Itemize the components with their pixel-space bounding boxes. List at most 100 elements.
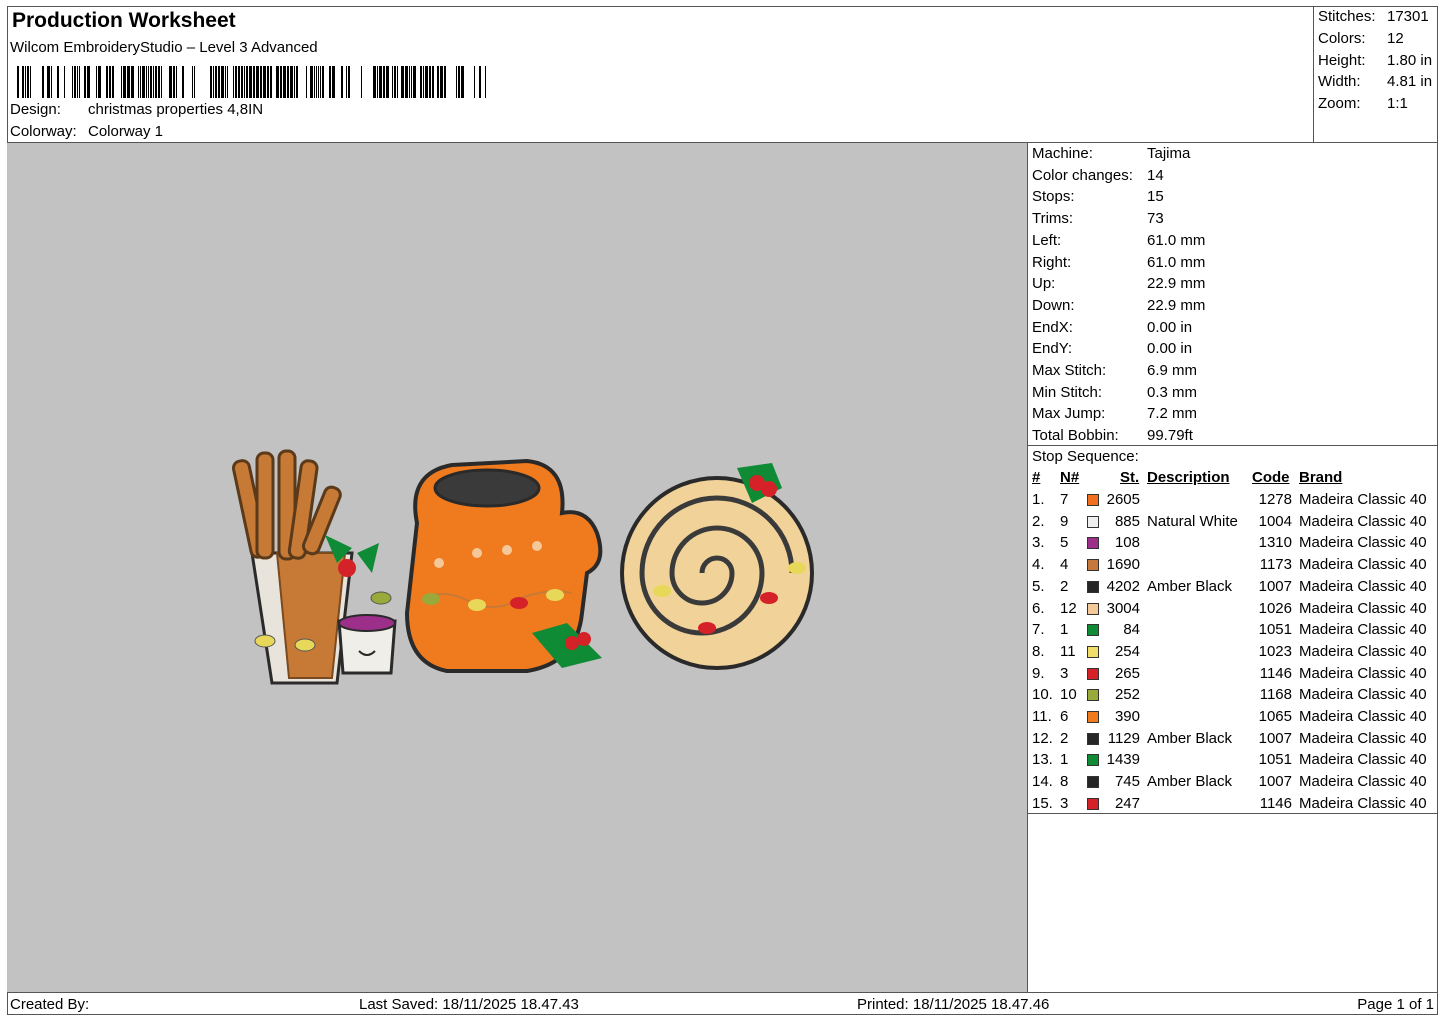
thread-color-swatch	[1087, 667, 1099, 680]
machine-info-label: Trims:	[1032, 210, 1074, 228]
summary-stitches: Stitches: 17301	[1318, 8, 1429, 25]
row-brand: Madeira Classic 40	[1299, 664, 1427, 682]
thread-color-swatch	[1087, 645, 1099, 658]
row-brand: Madeira Classic 40	[1299, 773, 1427, 791]
machine-info-row: Left: 61.0 mm	[1032, 231, 1205, 254]
machine-info-value: 22.9 mm	[1147, 296, 1206, 314]
col-brand: Brand	[1299, 469, 1343, 486]
machine-info-value: 73	[1147, 210, 1164, 228]
thread-color-swatch	[1087, 515, 1099, 528]
row-stitches: 108	[1114, 534, 1140, 552]
col-description: Description	[1147, 469, 1230, 486]
row-stitches: 252	[1114, 686, 1140, 704]
row-code: 1026	[1258, 599, 1292, 617]
row-needle: 8	[1060, 773, 1069, 791]
row-index: 4.	[1032, 556, 1045, 574]
row-index: 1.	[1032, 491, 1045, 508]
row-code: 1168	[1259, 686, 1292, 704]
table-row: 13. 1 1439 1051 Madeira Classic 40	[1028, 751, 1438, 773]
row-needle: 3	[1060, 794, 1069, 812]
machine-info-row: Up: 22.9 mm	[1032, 275, 1205, 297]
row-description: Amber Black	[1147, 729, 1233, 747]
row-brand: Madeira Classic 40	[1299, 751, 1427, 769]
machine-info-row: Min Stitch: 0.3 mm	[1032, 384, 1197, 406]
table-row: 4. 4 1690 1173 Madeira Classic 40	[1028, 556, 1438, 578]
software-name: Wilcom EmbroideryStudio – Level 3 Advanc…	[10, 39, 318, 56]
machine-info-row: Down: 22.9 mm	[1032, 297, 1205, 319]
row-needle: 2	[1060, 577, 1069, 595]
row-code: 1146	[1259, 794, 1292, 812]
row-brand: Madeira Classic 40	[1299, 534, 1427, 552]
table-row: 10. 10 252 1168 Madeira Classic 40	[1028, 686, 1438, 708]
row-needle: 2	[1060, 729, 1069, 747]
row-needle: 9	[1060, 512, 1069, 530]
row-brand: Madeira Classic 40	[1299, 491, 1427, 508]
worksheet-footer: Created By: Last Saved: 18/11/2025 18.47…	[7, 992, 1438, 1015]
thread-color-swatch	[1087, 537, 1099, 550]
worksheet-header: Production Worksheet Wilcom EmbroiderySt…	[7, 6, 1314, 143]
table-row: 8. 11 254 1023 Madeira Classic 40	[1028, 643, 1438, 665]
machine-info-label: Machine:	[1032, 145, 1093, 162]
row-index: 15.	[1032, 794, 1053, 812]
thread-color-swatch	[1087, 624, 1099, 637]
table-row: 6. 12 3004 1026 Madeira Classic 40	[1028, 600, 1438, 622]
row-index: 13.	[1032, 751, 1053, 769]
machine-info-label: Left:	[1032, 231, 1062, 249]
machine-info-label: Up:	[1032, 275, 1056, 293]
machine-info-label: Max Jump:	[1032, 405, 1106, 423]
design-row: Design: christmas properties 4,8IN	[10, 101, 263, 118]
row-brand: Madeira Classic 40	[1299, 708, 1427, 725]
row-description: Natural White	[1147, 512, 1238, 530]
row-index: 11.	[1032, 708, 1052, 725]
row-stitches: 885	[1114, 512, 1140, 530]
table-row: 14. 8 745 Amber Black 1007 Madeira Classic 40	[1028, 773, 1438, 795]
barcode	[17, 66, 486, 98]
row-needle: 7	[1060, 491, 1069, 508]
row-code: 1051	[1258, 751, 1292, 769]
summary-panel: Stitches: 17301 Colors: 12 Height: 1.80 in …	[1314, 6, 1438, 143]
machine-info-value: 14	[1147, 166, 1164, 184]
thread-color-swatch	[1087, 776, 1099, 789]
row-index: 12.	[1032, 729, 1053, 747]
row-stitches: 1690	[1106, 556, 1140, 574]
row-stitches: 254	[1114, 642, 1140, 660]
page-title: Production Worksheet	[12, 9, 236, 32]
summary-colors: Colors: 12	[1318, 30, 1404, 47]
col-stitches: St.	[1120, 469, 1140, 486]
row-stitches: 390	[1114, 708, 1140, 725]
machine-info-row: EndY: 0.00 in	[1032, 340, 1192, 362]
created-by: Created By:	[10, 996, 90, 1013]
row-index: 10.	[1032, 686, 1053, 704]
design-label: Design:	[10, 101, 61, 118]
colorway-row: Colorway: Colorway 1	[10, 123, 163, 140]
col-code: Code	[1252, 469, 1290, 486]
row-index: 2.	[1032, 512, 1045, 530]
design-preview	[7, 143, 1028, 992]
row-code: 1146	[1259, 664, 1292, 682]
machine-info-label: EndY:	[1032, 340, 1073, 358]
machine-info-label: Max Stitch:	[1032, 362, 1107, 379]
row-brand: Madeira Classic 40	[1299, 729, 1427, 747]
table-row: 7. 1 84 1051 Madeira Classic 40	[1028, 621, 1438, 643]
machine-info-label: Right:	[1032, 253, 1072, 271]
row-index: 6.	[1032, 599, 1045, 617]
row-needle: 1	[1060, 751, 1069, 769]
thread-color-swatch	[1087, 711, 1099, 723]
thread-color-swatch	[1087, 732, 1099, 745]
col-needle: N#	[1060, 469, 1080, 486]
machine-info-label: Stops:	[1032, 188, 1075, 206]
row-code: 1051	[1258, 621, 1292, 639]
summary-width: Width: 4.81 in	[1318, 73, 1433, 90]
row-code: 1007	[1258, 577, 1292, 595]
row-index: 7.	[1032, 621, 1045, 639]
machine-info-row: Color changes: 14	[1032, 167, 1164, 189]
row-brand: Madeira Classic 40	[1299, 577, 1427, 595]
row-stitches: 1129	[1107, 729, 1140, 747]
machine-info-value: 6.9 mm	[1147, 362, 1198, 379]
row-needle: 6	[1060, 708, 1069, 725]
row-description: Amber Black	[1147, 773, 1233, 791]
row-stitches: 247	[1114, 794, 1140, 812]
summary-zoom: Zoom: 1:1	[1318, 95, 1408, 112]
machine-info-label: Total Bobbin:	[1032, 427, 1119, 445]
row-index: 5.	[1032, 577, 1045, 595]
